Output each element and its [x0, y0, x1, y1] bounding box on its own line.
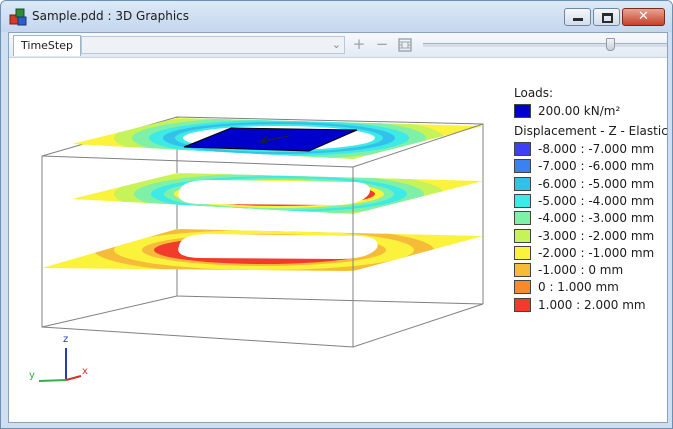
- maximize-button[interactable]: [593, 8, 620, 26]
- slab-level-3: [42, 229, 483, 271]
- slab-level-1: [72, 118, 483, 159]
- 3d-viewport[interactable]: z x y Loads: 200.00 kN/m² Displacement -…: [9, 58, 668, 422]
- legend-swatch: [514, 104, 531, 118]
- film-icon[interactable]: [397, 36, 413, 54]
- axis-z-label: z: [63, 334, 68, 345]
- legend-label: -3.000 : -2.000 mm: [538, 228, 655, 243]
- minimize-icon: [573, 18, 583, 21]
- axis-x-label: x: [82, 366, 88, 377]
- legend-swatch: [514, 159, 531, 174]
- toolbar: TimeStep ⌄ + −: [9, 33, 667, 58]
- close-icon: ✕: [638, 9, 649, 24]
- legend-label: -1.000 : 0 mm: [538, 263, 624, 278]
- legend-label: 200.00 kN/m²: [538, 104, 621, 118]
- title-bar[interactable]: Sample.pdd : 3D Graphics ✕: [1, 1, 672, 32]
- axis-y-label: y: [29, 370, 35, 381]
- legend-swatch: [514, 176, 531, 191]
- timestep-slider-track[interactable]: [423, 43, 667, 47]
- legend-label: -8.000 : -7.000 mm: [538, 142, 655, 156]
- legend-swatch: [514, 263, 531, 278]
- legend-label: -5.000 : -4.000 mm: [538, 193, 655, 208]
- slab-level-2: [72, 173, 483, 214]
- close-button[interactable]: ✕: [622, 8, 665, 26]
- legend-swatch: [514, 142, 531, 156]
- legend-label: 0 : 1.000 mm: [538, 280, 619, 295]
- app-window: Sample.pdd : 3D Graphics ✕ TimeStep ⌄ + …: [0, 0, 673, 429]
- legend-label: -4.000 : -3.000 mm: [538, 211, 655, 226]
- tab-timestep[interactable]: TimeStep: [13, 35, 81, 56]
- plus-icon[interactable]: +: [351, 36, 367, 54]
- maximize-icon: [602, 13, 613, 23]
- axis-triad: z x y: [29, 334, 88, 382]
- minimize-button[interactable]: [564, 8, 591, 26]
- legend-label: -2.000 : -1.000 mm: [538, 245, 655, 260]
- app-icon: [9, 8, 27, 26]
- legend-label: -6.000 : -5.000 mm: [538, 176, 655, 191]
- timestep-slider-thumb[interactable]: [606, 38, 615, 51]
- legend-label: -7.000 : -6.000 mm: [538, 159, 655, 174]
- legend-swatch: [514, 245, 531, 260]
- minus-icon[interactable]: −: [374, 36, 390, 54]
- chevron-down-icon: ⌄: [331, 38, 341, 51]
- legend-swatch: [514, 211, 531, 226]
- legend-displacement-title: Displacement - Z - Elastic: [514, 124, 668, 138]
- legend-swatch: [514, 297, 531, 312]
- 3d-model-canvas[interactable]: z x y: [9, 58, 509, 422]
- legend-swatch: [514, 228, 531, 243]
- window-title: Sample.pdd : 3D Graphics: [32, 9, 190, 23]
- legend-loads-title: Loads:: [514, 86, 554, 100]
- legend-swatch: [514, 280, 531, 295]
- timestep-combo[interactable]: ⌄: [81, 36, 345, 54]
- legend-label: 1.000 : 2.000 mm: [538, 297, 646, 312]
- client-area: TimeStep ⌄ + − z x y Loads: 200.00 kN/m²…: [8, 32, 668, 423]
- legend-swatch: [514, 193, 531, 208]
